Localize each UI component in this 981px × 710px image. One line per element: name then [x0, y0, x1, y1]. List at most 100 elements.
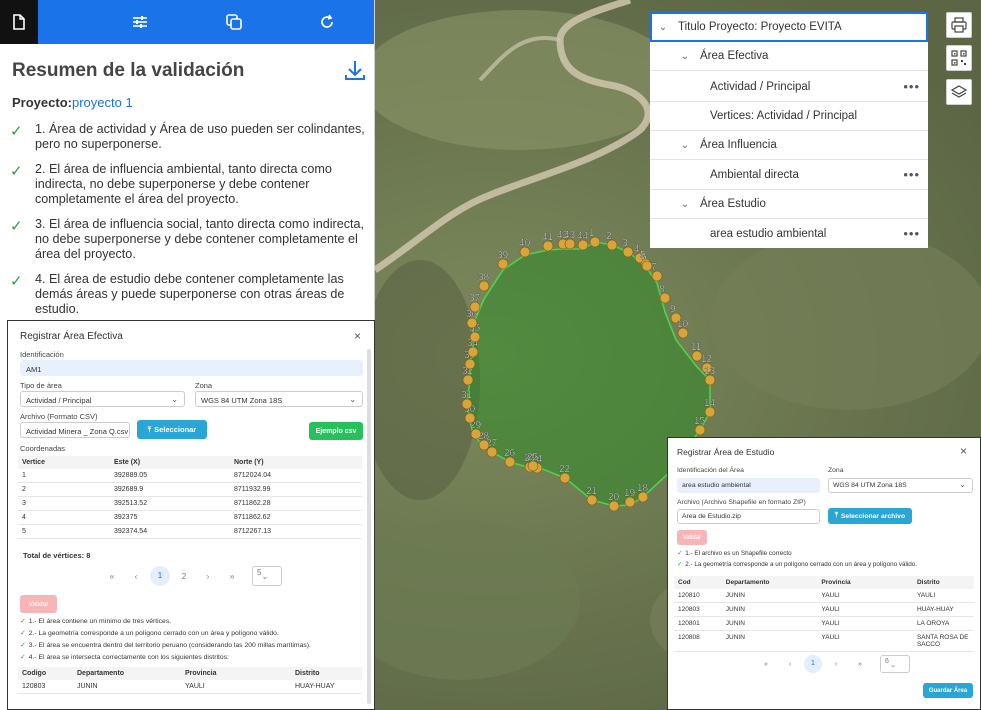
vertex-label: 14 [704, 398, 716, 409]
tree-item-actividad[interactable]: Actividad / Principal ••• [650, 72, 928, 102]
print-icon[interactable] [946, 12, 972, 38]
next-page-button[interactable]: › [196, 572, 220, 581]
message-item: ✓ 1.- El área contiene un mínimo de tres … [20, 618, 172, 625]
download-icon[interactable] [343, 58, 369, 84]
check-icon: ✓ [10, 123, 23, 140]
select-file-button[interactable]: ⤒ Seleccionar [137, 420, 207, 439]
register-study-area-modal: Registrar Área de Estudio × Identificaci… [667, 437, 981, 710]
page-title: Resumen de la validación [12, 60, 245, 81]
tree-item-ambiental[interactable]: Ambiental directa ••• [650, 160, 928, 190]
zone-select[interactable]: WGS 84 UTM Zona 18S ⌄ [195, 391, 363, 407]
close-icon[interactable]: × [354, 329, 361, 343]
more-icon[interactable]: ••• [903, 79, 920, 94]
page-size-select[interactable]: 5 ⌄ [252, 566, 282, 586]
id-label: Identificación [20, 350, 64, 359]
table-row: 5 392374.54 8712267.13 [18, 524, 362, 539]
chevron-down-icon[interactable]: ⌄ [678, 199, 692, 210]
more-icon[interactable]: ••• [903, 167, 920, 182]
document-icon[interactable] [0, 0, 38, 44]
page-2-button[interactable]: 2 [172, 572, 196, 581]
chevron-down-icon[interactable]: ⌄ [678, 140, 692, 151]
vertex-label: 31 [461, 390, 473, 401]
vertex-label: 6 [641, 252, 647, 263]
vertex-label: 43 [564, 230, 576, 241]
message-item: ✓ 3.- El área se encuentra dentro del ter… [20, 642, 311, 649]
page-1-button[interactable]: 1 [150, 566, 170, 586]
table-row: 2 392689.9 8711932.99 [18, 482, 362, 497]
tree-item-vertices[interactable]: Vertices: Actividad / Principal [650, 102, 928, 131]
vertex-label: 25 [527, 452, 539, 463]
file-field[interactable]: Actividad Minera _ Zona Q.csv [20, 422, 130, 438]
close-icon[interactable]: × [960, 444, 967, 458]
register-effective-area-modal: Registrar Área Efectiva × Identificación… [7, 320, 375, 710]
project-link[interactable]: proyecto 1 [72, 95, 133, 110]
area-type-select[interactable]: Actividad / Principal ⌄ [20, 391, 185, 407]
vertex-label: 15 [694, 416, 706, 427]
id-field[interactable]: AM1 [20, 360, 363, 376]
example-csv-button[interactable]: Ejemplo csv [309, 422, 363, 440]
zone-label: Zona [828, 467, 844, 474]
prev-page-button[interactable]: ‹ [778, 661, 802, 668]
check-icon: ✓ [10, 163, 23, 180]
tree-group-estudio[interactable]: ⌄ Área Estudio [650, 190, 928, 219]
vertex-label: 26 [504, 448, 516, 459]
prev-page-button[interactable]: ‹ [124, 572, 148, 581]
message-item: ✓ 2.- La geometría corresponde a un políg… [20, 630, 279, 637]
validation-messages: ✓ 1.- El archivo es un Shapefile correcto… [677, 550, 917, 572]
select-file-button[interactable]: ⤒ Seleccionar archivo [828, 508, 912, 524]
vertex-label: 40 [519, 238, 531, 249]
vertex-label: 21 [586, 486, 598, 497]
pagination: « ‹ 1 2 › » 5 ⌄ [100, 566, 282, 586]
chevron-down-icon[interactable]: ⌄ [656, 22, 670, 33]
area-id-field[interactable]: area estudio ambiental [677, 478, 820, 493]
qr-icon[interactable] [946, 45, 972, 71]
vertex-label: 12 [701, 354, 713, 365]
tree-group-influencia[interactable]: ⌄ Área Influencia [650, 131, 928, 160]
more-icon[interactable]: ••• [903, 226, 920, 241]
message-item: ✓ 4.- El área se intersecta correctamente… [20, 654, 229, 661]
rule-item: ✓ 3. El área de influencia social, tanto … [10, 217, 365, 261]
districts-table: Codigo Departamento Provincia Distrito 1… [18, 667, 362, 694]
districts-table: Cod Departamento Provincia Distrito 1208… [674, 576, 974, 652]
table-row: 120803 JUNIN YAULI HUAY-HUAY [18, 680, 362, 694]
file-field[interactable]: Area de Estudio.zip [677, 509, 820, 524]
refresh-icon[interactable] [281, 0, 374, 44]
vertex-label: 20 [608, 492, 620, 503]
panel-toolbar [0, 0, 374, 44]
vertex-label: 7 [651, 262, 657, 273]
zone-label: Zona [195, 381, 213, 390]
save-area-button[interactable]: Guardar Área [923, 683, 973, 698]
tree-item-estudio[interactable]: area estudio ambiental ••• [650, 219, 928, 248]
area-id-label: Identificación del Área [677, 467, 744, 474]
tree-root-project[interactable]: ⌄ Titulo Proyecto: Proyecto EVITA [650, 12, 928, 42]
copy-icon[interactable] [187, 0, 280, 44]
table-row: 120801 JUNIN YAULI LA OROYA [674, 616, 974, 631]
next-page-button[interactable]: › [824, 661, 848, 668]
vertex-label: 41 [542, 232, 554, 243]
chevron-down-icon[interactable]: ⌄ [678, 51, 692, 62]
chevron-down-icon: ⌄ [171, 395, 178, 404]
vertex-label: 8 [659, 284, 665, 295]
check-icon: ✓ [20, 642, 26, 649]
first-page-button[interactable]: « [754, 661, 778, 668]
first-page-button[interactable]: « [100, 572, 124, 581]
tree-group-efectiva[interactable]: ⌄ Área Efectiva [650, 42, 928, 71]
validate-button[interactable]: Validar [20, 595, 57, 613]
last-page-button[interactable]: » [848, 661, 872, 668]
validate-button[interactable]: Validar [677, 530, 707, 545]
scrollbar[interactable] [367, 349, 371, 704]
layers-icon[interactable] [946, 79, 972, 105]
last-page-button[interactable]: » [220, 572, 244, 581]
page-size-select[interactable]: 6 ⌄ [880, 655, 910, 673]
check-icon: ✓ [20, 630, 26, 637]
page-1-button[interactable]: 1 [804, 655, 822, 673]
project-label: Proyecto: [12, 95, 72, 110]
rule-item: ✓ 2. El área de influencia ambiental, tan… [10, 162, 332, 206]
sliders-icon[interactable] [94, 0, 187, 44]
coordinates-table: Vertice Este (X) Norte (Y) 1 392889.05 871… [18, 456, 362, 539]
zone-select[interactable]: WGS 84 UTM Zona 18S ⌄ [828, 478, 973, 493]
upload-icon: ⤒ [834, 512, 838, 519]
check-icon: ✓ [20, 618, 26, 625]
table-row: 120808 JUNIN YAULI SANTA ROSA DE SACCO [674, 630, 974, 652]
vertex-label: 13 [704, 366, 716, 377]
